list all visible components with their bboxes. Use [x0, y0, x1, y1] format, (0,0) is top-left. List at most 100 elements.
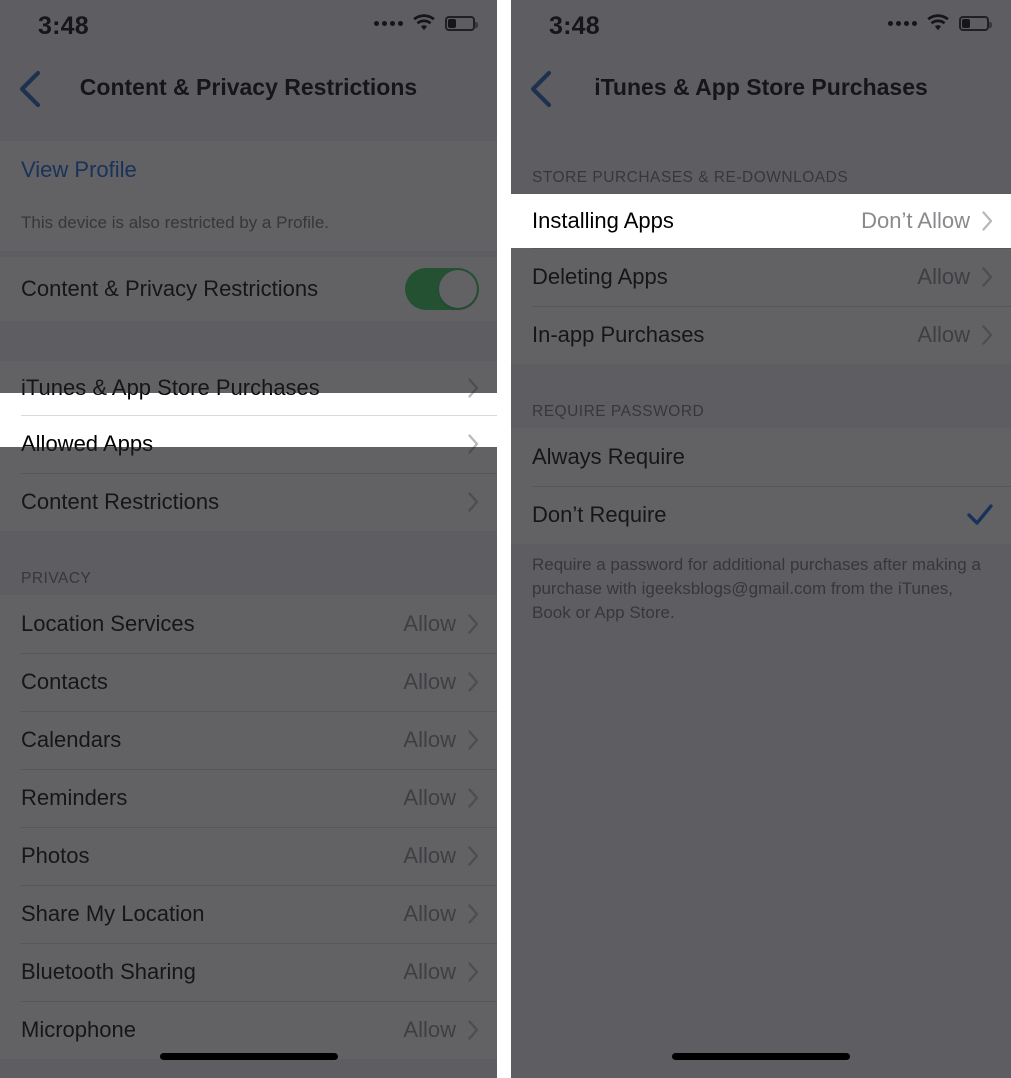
privacy-row-location-services[interactable]: Location Services Allow — [0, 595, 497, 654]
restrictions-toggle-group: Content & Privacy Restrictions — [0, 257, 497, 322]
right-phone-panel: 3:48 iTunes & App Store Purchases STORE … — [511, 0, 1011, 1078]
signal-dots-icon — [374, 20, 403, 26]
row-label: Photos — [21, 843, 90, 869]
password-section-header: REQUIRE PASSWORD — [532, 403, 705, 420]
toggle-switch-icon[interactable] — [405, 268, 479, 311]
row-label: Always Require — [532, 444, 685, 469]
view-profile-row[interactable]: View Profile — [0, 141, 497, 199]
chevron-right-icon — [982, 325, 993, 345]
page-title: Content & Privacy Restrictions — [79, 74, 418, 100]
row-label: Location Services — [21, 611, 195, 637]
row-label: Installing Apps — [532, 208, 674, 233]
wifi-icon — [926, 14, 950, 32]
row-value: Allow — [403, 1017, 456, 1043]
in-app-purchases-row[interactable]: In-app Purchases Allow — [511, 306, 1011, 364]
privacy-group: Location Services Allow Contacts Allow C… — [0, 595, 497, 1060]
row-label: Share My Location — [21, 901, 205, 927]
chevron-right-icon — [982, 267, 993, 287]
privacy-row-calendars[interactable]: Calendars Allow — [0, 711, 497, 770]
spacer — [511, 129, 1011, 169]
spacer — [0, 531, 497, 571]
content-restrictions-row[interactable]: Content Restrictions — [0, 473, 497, 532]
page-title: iTunes & App Store Purchases — [594, 74, 928, 100]
chevron-right-icon — [468, 672, 479, 692]
password-footnote: Require a password for additional purcha… — [511, 544, 1011, 640]
privacy-row-share-my-location[interactable]: Share My Location Allow — [0, 885, 497, 944]
privacy-row-photos[interactable]: Photos Allow — [0, 827, 497, 886]
privacy-row-contacts[interactable]: Contacts Allow — [0, 653, 497, 712]
spacer — [0, 129, 497, 141]
battery-icon — [959, 15, 992, 31]
itunes-app-store-purchases-row[interactable]: iTunes & App Store Purchases — [0, 361, 497, 416]
profile-group: View Profile — [0, 141, 497, 199]
chevron-right-icon — [468, 614, 479, 634]
screenshot-stage: 3:48 Content & Privacy Restrictions View… — [0, 0, 1011, 1078]
signal-dots-icon — [888, 20, 917, 26]
spacer — [0, 321, 497, 362]
row-label: Content Restrictions — [21, 489, 220, 515]
privacy-section-header: PRIVACY — [21, 570, 92, 588]
row-label: iTunes & App Store Purchases — [21, 375, 320, 401]
row-value: Allow — [403, 611, 456, 637]
chevron-right-icon — [468, 492, 479, 512]
allowed-apps-row[interactable]: Allowed Apps — [0, 415, 497, 474]
status-clock: 3:48 — [549, 12, 600, 40]
row-value: Allow — [917, 264, 970, 289]
privacy-row-bluetooth-sharing[interactable]: Bluetooth Sharing Allow — [0, 943, 497, 1002]
chevron-right-icon — [468, 904, 479, 924]
left-nav-bar: Content & Privacy Restrictions — [0, 52, 497, 129]
main-settings-group: iTunes & App Store Purchases Allowed App… — [0, 361, 497, 532]
view-profile-link[interactable]: View Profile — [21, 157, 137, 183]
store-section-header: STORE PURCHASES & RE-DOWNLOADS — [532, 169, 849, 186]
status-indicators — [374, 14, 478, 32]
privacy-row-reminders[interactable]: Reminders Allow — [0, 769, 497, 828]
right-nav-bar: iTunes & App Store Purchases — [511, 52, 1011, 129]
installing-apps-row[interactable]: Installing Apps Don’t Allow — [511, 194, 1011, 248]
dont-require-row[interactable]: Don’t Require — [511, 486, 1011, 544]
row-value: Allow — [403, 785, 456, 811]
checkmark-icon — [967, 502, 993, 528]
home-indicator — [159, 1053, 338, 1060]
battery-icon — [445, 15, 478, 31]
wifi-icon — [412, 14, 436, 32]
chevron-right-icon — [468, 434, 479, 454]
always-require-row[interactable]: Always Require — [511, 428, 1011, 486]
home-indicator — [672, 1053, 850, 1060]
left-screen: 3:48 Content & Privacy Restrictions View… — [0, 0, 497, 1078]
row-value: Allow — [403, 843, 456, 869]
chevron-right-icon — [468, 788, 479, 808]
spacer — [511, 364, 1011, 403]
row-value: Allow — [917, 322, 970, 347]
store-purchases-group: Installing Apps Don’t Allow Deleting App… — [511, 194, 1011, 364]
row-label: Reminders — [21, 785, 128, 811]
row-label: Deleting Apps — [532, 264, 668, 289]
row-value: Don’t Allow — [861, 208, 970, 233]
left-status-bar: 3:48 — [0, 0, 497, 52]
row-label: Bluetooth Sharing — [21, 959, 196, 985]
chevron-right-icon — [468, 962, 479, 982]
profile-footnote: This device is also restricted by a Prof… — [0, 199, 497, 252]
chevron-right-icon — [468, 846, 479, 866]
row-value: Allow — [403, 669, 456, 695]
row-label: Content & Privacy Restrictions — [21, 276, 319, 302]
content-privacy-restrictions-row[interactable]: Content & Privacy Restrictions — [0, 257, 497, 322]
row-label: Don’t Require — [532, 502, 667, 527]
row-label: In-app Purchases — [532, 322, 705, 347]
chevron-right-icon — [468, 730, 479, 750]
status-clock: 3:48 — [38, 12, 89, 40]
row-label: Allowed Apps — [21, 431, 154, 457]
privacy-row-microphone[interactable]: Microphone Allow — [0, 1001, 497, 1060]
row-value: Allow — [403, 959, 456, 985]
deleting-apps-row[interactable]: Deleting Apps Allow — [511, 248, 1011, 306]
row-label: Calendars — [21, 727, 122, 753]
right-status-bar: 3:48 — [511, 0, 1011, 52]
row-label: Contacts — [21, 669, 108, 695]
chevron-right-icon — [468, 378, 479, 398]
require-password-group: Always Require Don’t Require — [511, 428, 1011, 544]
chevron-right-icon — [468, 1020, 479, 1040]
status-indicators — [888, 14, 992, 32]
right-screen: 3:48 iTunes & App Store Purchases STORE … — [511, 0, 1011, 1078]
chevron-right-icon — [982, 211, 993, 231]
row-label: Microphone — [21, 1017, 136, 1043]
row-value: Allow — [403, 727, 456, 753]
